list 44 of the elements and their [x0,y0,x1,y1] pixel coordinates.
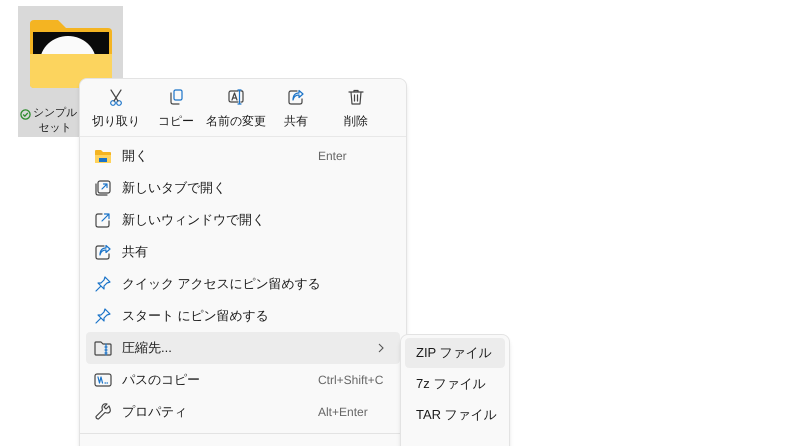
trash-icon [347,88,365,106]
delete-button[interactable]: 削除 [326,81,386,136]
menu-item[interactable]: 新しいウィンドウで開く [86,204,400,236]
menu-item[interactable]: スタート にピン留めする [86,300,400,332]
path-icon [94,371,112,389]
menu-item[interactable]: 開く Enter [86,140,400,172]
menu-item-label: パスのコピー [122,371,201,390]
folder-name: シンプル [33,106,77,121]
submenu-item[interactable]: ZIP ファイル [405,338,505,368]
rename-button[interactable]: 名前の変更 [206,81,266,136]
wrench-icon [94,403,112,421]
shortcut-label: Ctrl+Shift+C [318,372,384,389]
zip-folder-icon [94,339,112,357]
pin-icon [94,307,112,325]
copy-button[interactable]: コピー [146,81,206,136]
new-tab-icon [94,179,112,197]
menu-item-label: プロパティ [122,403,188,422]
menu-item-label: 新しいタブで開く [122,179,227,198]
check-circle-icon [20,109,31,120]
menu-item-label: 新しいウィンドウで開く [122,211,266,230]
menu-item-label: クイック アクセスにピン留めする [122,275,322,294]
share-icon [287,88,305,106]
folder-icon [94,147,112,165]
scissors-icon [107,88,125,106]
shortcut-label: Enter [318,148,348,165]
shortcut-label: Alt+Enter [318,404,369,421]
share-button[interactable]: 共有 [266,81,326,136]
menu-item[interactable]: プロパティ Alt+Enter [86,396,400,428]
submenu-item[interactable]: TAR ファイル [405,400,505,430]
rename-icon [227,88,245,106]
menu-item-label: 開く [122,147,149,166]
menu-item[interactable]: 圧縮先... [86,332,400,364]
pin-icon [94,275,112,293]
submenu-item[interactable]: 7z ファイル [405,369,505,399]
menu-item[interactable]: 新しいタブで開く [86,172,400,204]
menu-item[interactable]: クイック アクセスにピン留めする [86,268,400,300]
menu-item-label: 圧縮先... [122,339,173,358]
share-icon [94,243,112,261]
folder-name: セット [38,121,72,136]
menu-item-label: スタート にピン留めする [122,307,270,326]
new-window-icon [94,211,112,229]
menu-item[interactable]: 共有 [86,236,400,268]
menu-item-label: 共有 [122,243,149,262]
menu-item[interactable]: パスのコピー Ctrl+Shift+C [86,364,400,396]
